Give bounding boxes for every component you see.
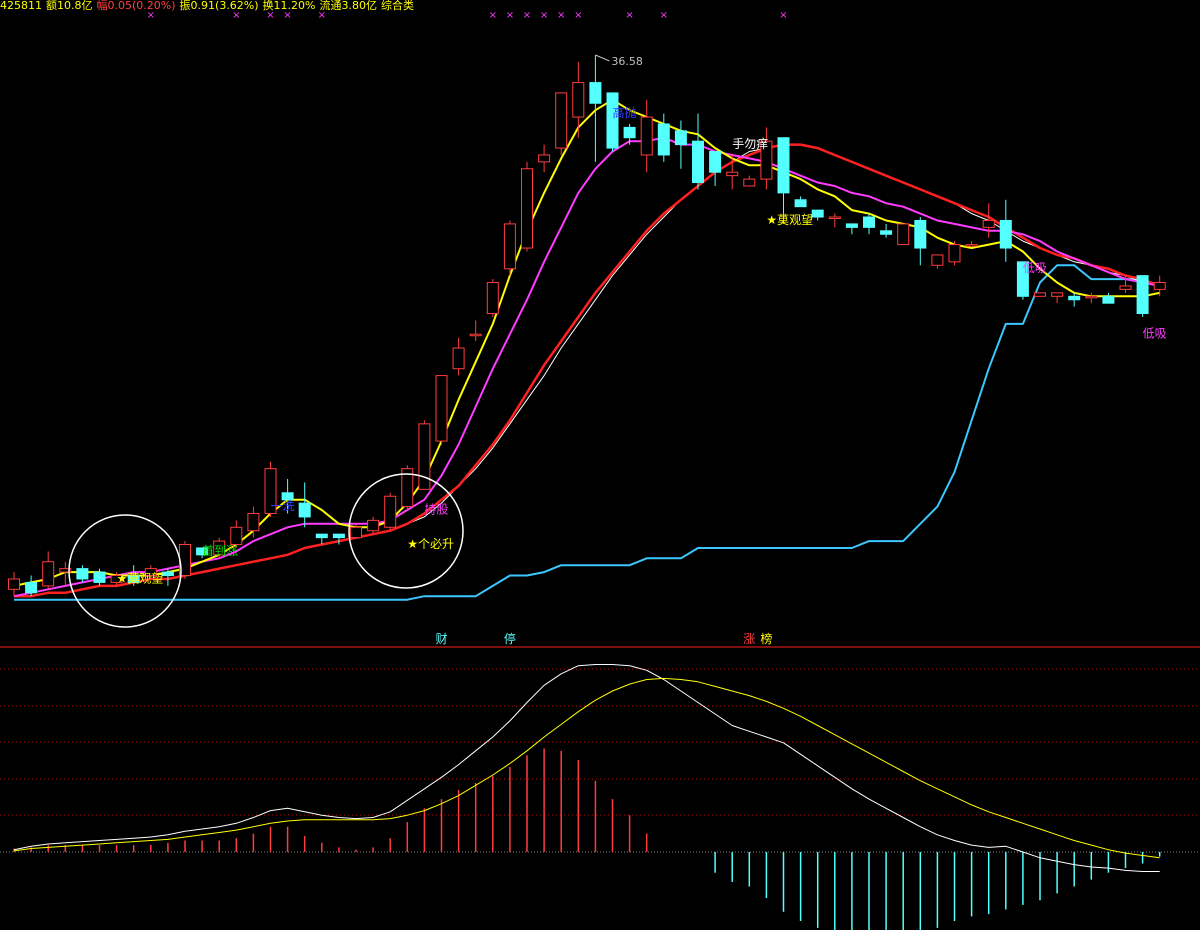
signal-label: 持股 (424, 501, 448, 516)
candle-body (1068, 295, 1081, 301)
candle-body (161, 571, 174, 577)
top-marker: × (506, 10, 514, 21)
signal-label: ★莫观望 (766, 213, 813, 227)
top-marker: × (779, 10, 787, 21)
candle-body (606, 92, 619, 149)
candle-body (1085, 295, 1098, 299)
candle-body (332, 533, 345, 539)
candle-body (93, 571, 106, 583)
top-marker: × (660, 10, 668, 21)
top-marker: × (489, 10, 497, 21)
candle-body (589, 82, 602, 104)
candle-body (1119, 285, 1132, 290)
candle-body (298, 502, 311, 518)
candle-body (1153, 282, 1166, 290)
signal-label: 低吸 (1023, 261, 1047, 275)
candle-body (640, 116, 653, 156)
candle-body (486, 282, 499, 315)
candle-body (897, 223, 910, 246)
kline-chart[interactable]: 36.58★莫观望首到涨一洗 持股★个必升高抛手勿痒★莫观望低吸低吸× × × × × × ×… (0, 0, 1200, 930)
candle-body (247, 512, 260, 532)
candle-body (538, 154, 551, 163)
candle-body (743, 178, 756, 187)
candle-body (880, 230, 893, 235)
macd-dif-line (13, 664, 1160, 872)
top-marker: × (574, 10, 582, 21)
candle-body (948, 244, 961, 263)
candle-body (863, 216, 875, 228)
event-marker: 停 (504, 631, 516, 646)
event-marker: 榜 (760, 631, 772, 646)
candle-body (623, 126, 636, 139)
ma-fast-line (13, 98, 1160, 587)
top-marker: × (540, 10, 548, 21)
top-marker: × (147, 10, 155, 21)
candle-body (845, 223, 858, 228)
candle-body (914, 219, 927, 249)
candle-body (367, 519, 380, 532)
candle-body (999, 219, 1012, 249)
candle-body (350, 526, 362, 539)
candle-body (965, 244, 978, 247)
candle-body (709, 151, 722, 173)
top-marker: × (557, 10, 565, 21)
candle-body (828, 216, 841, 220)
candle-body (1102, 295, 1115, 304)
candle-body (418, 423, 431, 490)
signal-label: 手勿痒 (732, 136, 768, 151)
candle-body (469, 333, 482, 337)
event-marker: 财 (435, 632, 447, 646)
signal-label: 高抛 (613, 105, 637, 120)
candle-body (794, 199, 807, 208)
candle-body (315, 533, 328, 539)
signal-label: 低吸 (1143, 327, 1167, 341)
signal-label: ★莫观望 (117, 571, 164, 585)
event-marker: 涨 (743, 631, 755, 646)
top-marker: × (523, 10, 531, 21)
top-marker: × (318, 10, 326, 21)
candle-body (384, 495, 397, 528)
candle-body (1034, 292, 1046, 297)
candle-body (692, 140, 704, 184)
candle-body (521, 168, 533, 249)
candle-body (42, 561, 55, 587)
signal-label: ★个必升 (407, 537, 454, 551)
candle-body (1136, 275, 1149, 315)
candle-body (555, 92, 568, 149)
top-marker: × (625, 10, 633, 21)
candle-body (76, 568, 89, 580)
signal-label: 首到涨 (202, 543, 238, 558)
candle-body (435, 375, 448, 442)
top-marker: × (266, 10, 274, 21)
candle-body (572, 82, 585, 118)
candle-body (777, 137, 790, 194)
top-marker: × (232, 10, 240, 21)
candle-body (1051, 292, 1064, 297)
candle-body (982, 219, 995, 228)
signal-label: 一洗 (271, 499, 295, 513)
candle-body (25, 581, 38, 594)
candle-body (726, 171, 739, 177)
ma-mid-line (13, 136, 1160, 598)
candle-body (452, 347, 465, 370)
candle-body (8, 578, 20, 590)
candle-body (503, 223, 516, 270)
candle-body (230, 526, 243, 546)
top-marker: × (283, 10, 291, 21)
candle-body (674, 130, 687, 146)
candle-body (931, 254, 944, 266)
candle-body (811, 209, 824, 218)
high-price-label: 36.58 (611, 55, 643, 68)
candle-body (657, 123, 670, 156)
high-price-pointer (595, 54, 610, 62)
